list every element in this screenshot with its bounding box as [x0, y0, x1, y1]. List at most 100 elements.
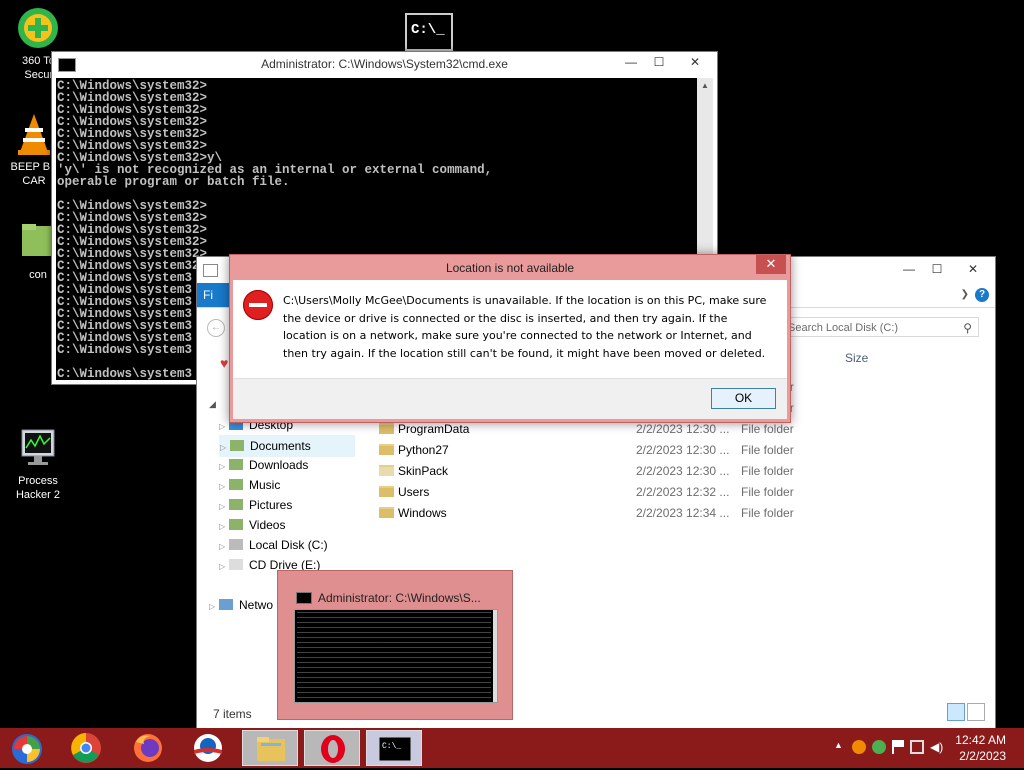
details-view-icon[interactable]	[947, 703, 965, 721]
close-button[interactable]: ✕	[673, 52, 717, 72]
expand-arrow-icon[interactable]: ◢	[209, 399, 216, 410]
dialog-title: Location is not available	[445, 261, 575, 275]
file-explorer-icon	[257, 737, 285, 761]
expand-arrow-icon[interactable]: ▷	[219, 537, 229, 557]
expand-arrow-icon[interactable]: ▷	[219, 517, 229, 537]
close-button[interactable]: ✕	[951, 259, 995, 279]
nav-item-music[interactable]: ▷ Music	[219, 475, 280, 495]
nav-item-local-disk-c[interactable]: ▷ Local Disk (C:)	[219, 535, 328, 555]
folder-icon	[379, 507, 394, 518]
volume-icon[interactable]: ◀)	[930, 740, 944, 754]
expand-arrow-icon[interactable]: ▷	[219, 477, 229, 497]
file-name: Windows	[398, 506, 447, 520]
large-icons-view-icon[interactable]	[967, 703, 985, 721]
dialog-message: C:\Users\Molly McGee\Documents is unavai…	[283, 294, 767, 360]
thumbnail-title: Administrator: C:\Windows\S...	[318, 591, 481, 605]
expand-arrow-icon[interactable]: ▷	[219, 497, 229, 517]
clock-time: 12:42 AM	[955, 733, 1006, 747]
expand-arrow-icon[interactable]: ▷	[219, 457, 229, 477]
maximize-button[interactable]: ☐	[923, 259, 951, 279]
file-type: File folder	[741, 443, 794, 457]
favorites-heart-icon: ♥	[220, 355, 229, 371]
cmd-desktop-icon[interactable]: C:\_	[405, 13, 453, 51]
opera-icon	[321, 735, 345, 763]
desktop-icon-process-hacker[interactable]: Process Hacker 2	[6, 426, 70, 502]
360-security-icon	[16, 6, 60, 50]
action-center-flag-icon[interactable]	[892, 740, 904, 754]
nav-item-downloads[interactable]: ▷ Downloads	[219, 455, 308, 475]
minimize-button[interactable]: —	[617, 52, 645, 72]
maximize-button[interactable]: ☐	[645, 52, 673, 72]
chrome-icon	[71, 733, 101, 763]
expand-arrow-icon[interactable]: ▷	[219, 557, 229, 577]
file-row[interactable]: Windows 2/2/2023 12:34 ... File folder	[377, 503, 977, 523]
folder-icon	[379, 423, 394, 434]
file-row[interactable]: Users 2/2/2023 12:32 ... File folder	[377, 482, 977, 502]
file-row[interactable]: SkinPack 2/2/2023 12:30 ... File folder	[377, 461, 977, 481]
back-arrow-icon[interactable]: ←	[207, 319, 225, 337]
system-tray: ▲ ◀)	[834, 740, 944, 754]
column-header-size[interactable]: Size	[845, 351, 868, 365]
taskbar-obama-app[interactable]	[180, 730, 236, 766]
expand-arrow-icon[interactable]: ▷	[209, 597, 219, 617]
taskbar-thumbnail-preview[interactable]: Administrator: C:\Windows\S...	[277, 570, 513, 720]
location-not-available-dialog[interactable]: Location is not available ✕ C:\Users\Mol…	[229, 254, 791, 423]
cmd-icon: C:\_	[378, 736, 412, 762]
desktop-icon-label: Process Hacker 2	[15, 475, 61, 501]
file-date: 2/2/2023 12:32 ...	[636, 485, 730, 499]
file-date: 2/2/2023 12:34 ...	[636, 506, 730, 520]
cmd-titlebar[interactable]: Administrator: C:\Windows\System32\cmd.e…	[52, 52, 717, 76]
process-hacker-icon	[16, 426, 60, 470]
tray-360-icon[interactable]	[872, 740, 886, 754]
minimize-button[interactable]: —	[895, 259, 923, 279]
nav-item-label: Pictures	[249, 498, 293, 512]
file-type: File folder	[741, 464, 794, 478]
cmd-icon	[296, 592, 312, 604]
drive-icon	[229, 539, 243, 550]
cd-icon	[229, 559, 243, 570]
explorer-app-icon	[203, 264, 218, 277]
network-icon	[219, 599, 233, 610]
file-name: Users	[398, 485, 430, 499]
file-type: File folder	[741, 485, 794, 499]
expand-arrow-icon[interactable]: ▷	[219, 417, 229, 437]
music-icon	[229, 479, 243, 490]
nav-item-videos[interactable]: ▷ Videos	[219, 515, 285, 535]
nav-item-documents[interactable]: ▷ Documents	[219, 435, 355, 457]
nav-item-label: Videos	[249, 518, 286, 532]
help-icon[interactable]: ?	[975, 288, 989, 302]
search-input[interactable]: Search Local Disk (C:) ⚲	[783, 317, 979, 337]
folder-icon	[379, 465, 394, 476]
downloads-icon	[229, 459, 243, 470]
system-clock[interactable]: 12:42 AM 2/2/2023	[955, 732, 1006, 764]
file-type: File folder	[741, 506, 794, 520]
videos-icon	[229, 519, 243, 530]
ribbon-file-tab[interactable]: Fi	[197, 283, 233, 307]
start-button[interactable]	[0, 730, 56, 766]
ribbon-expand-icon[interactable]: ❯	[961, 289, 969, 300]
console-line: operable program or batch file.	[57, 175, 290, 189]
nav-item-netwo[interactable]: ▷ Netwo	[209, 595, 273, 615]
dialog-close-button[interactable]: ✕	[756, 255, 786, 274]
nav-item-label: Music	[249, 478, 281, 492]
taskbar-opera[interactable]	[304, 730, 360, 766]
taskbar-cmd[interactable]: C:\_	[366, 730, 422, 766]
taskbar-file-explorer[interactable]	[242, 730, 298, 766]
taskbar-chrome[interactable]	[58, 730, 114, 766]
nav-item-pictures[interactable]: ▷ Pictures	[219, 495, 292, 515]
documents-icon	[230, 440, 244, 451]
taskbar-firefox[interactable]	[120, 730, 176, 766]
tray-app-orange-icon[interactable]	[852, 740, 866, 754]
thumbnail-image	[294, 609, 498, 703]
vlc-cone-icon	[12, 112, 56, 156]
network-icon[interactable]	[910, 740, 924, 754]
search-placeholder: Search Local Disk (C:)	[788, 322, 899, 334]
show-hidden-icons-icon[interactable]: ▲	[834, 740, 846, 754]
taskbar: C:\_ ▲ ◀) 12:42 AM 2/2/2023	[0, 728, 1024, 768]
status-item-count: 7 items	[213, 707, 252, 721]
scroll-up-icon[interactable]: ▲	[697, 78, 713, 94]
file-row[interactable]: Python27 2/2/2023 12:30 ... File folder	[377, 440, 977, 460]
file-date: 2/2/2023 12:30 ...	[636, 443, 730, 457]
ok-button[interactable]: OK	[711, 388, 776, 409]
folder-icon	[379, 486, 394, 497]
